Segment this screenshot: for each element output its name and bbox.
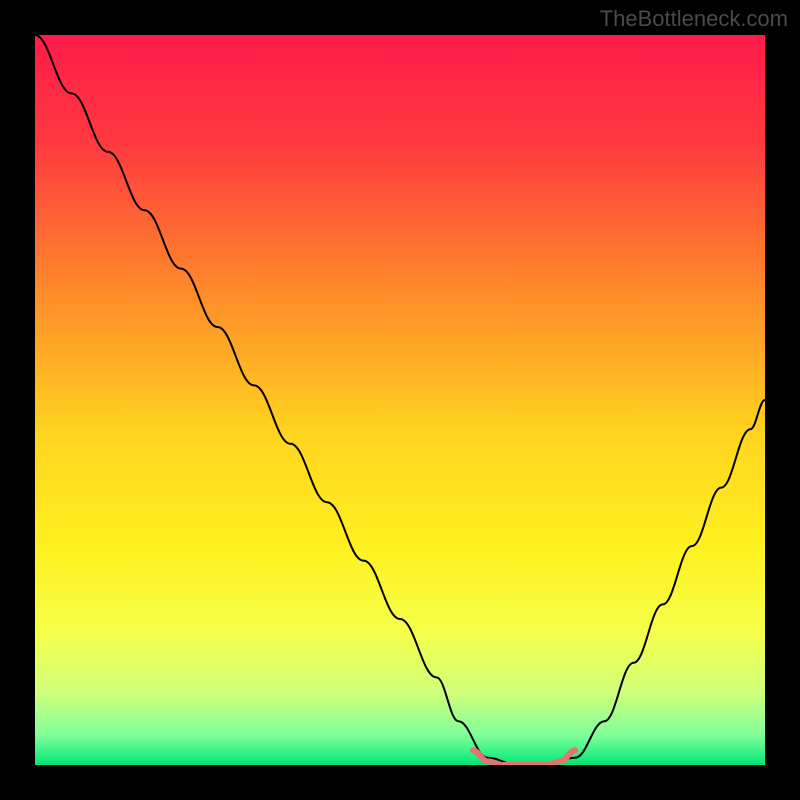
- bottleneck-curve: [35, 35, 765, 765]
- watermark-text: TheBottleneck.com: [600, 6, 788, 32]
- curve-layer: [35, 35, 765, 765]
- plot-area: [35, 35, 765, 765]
